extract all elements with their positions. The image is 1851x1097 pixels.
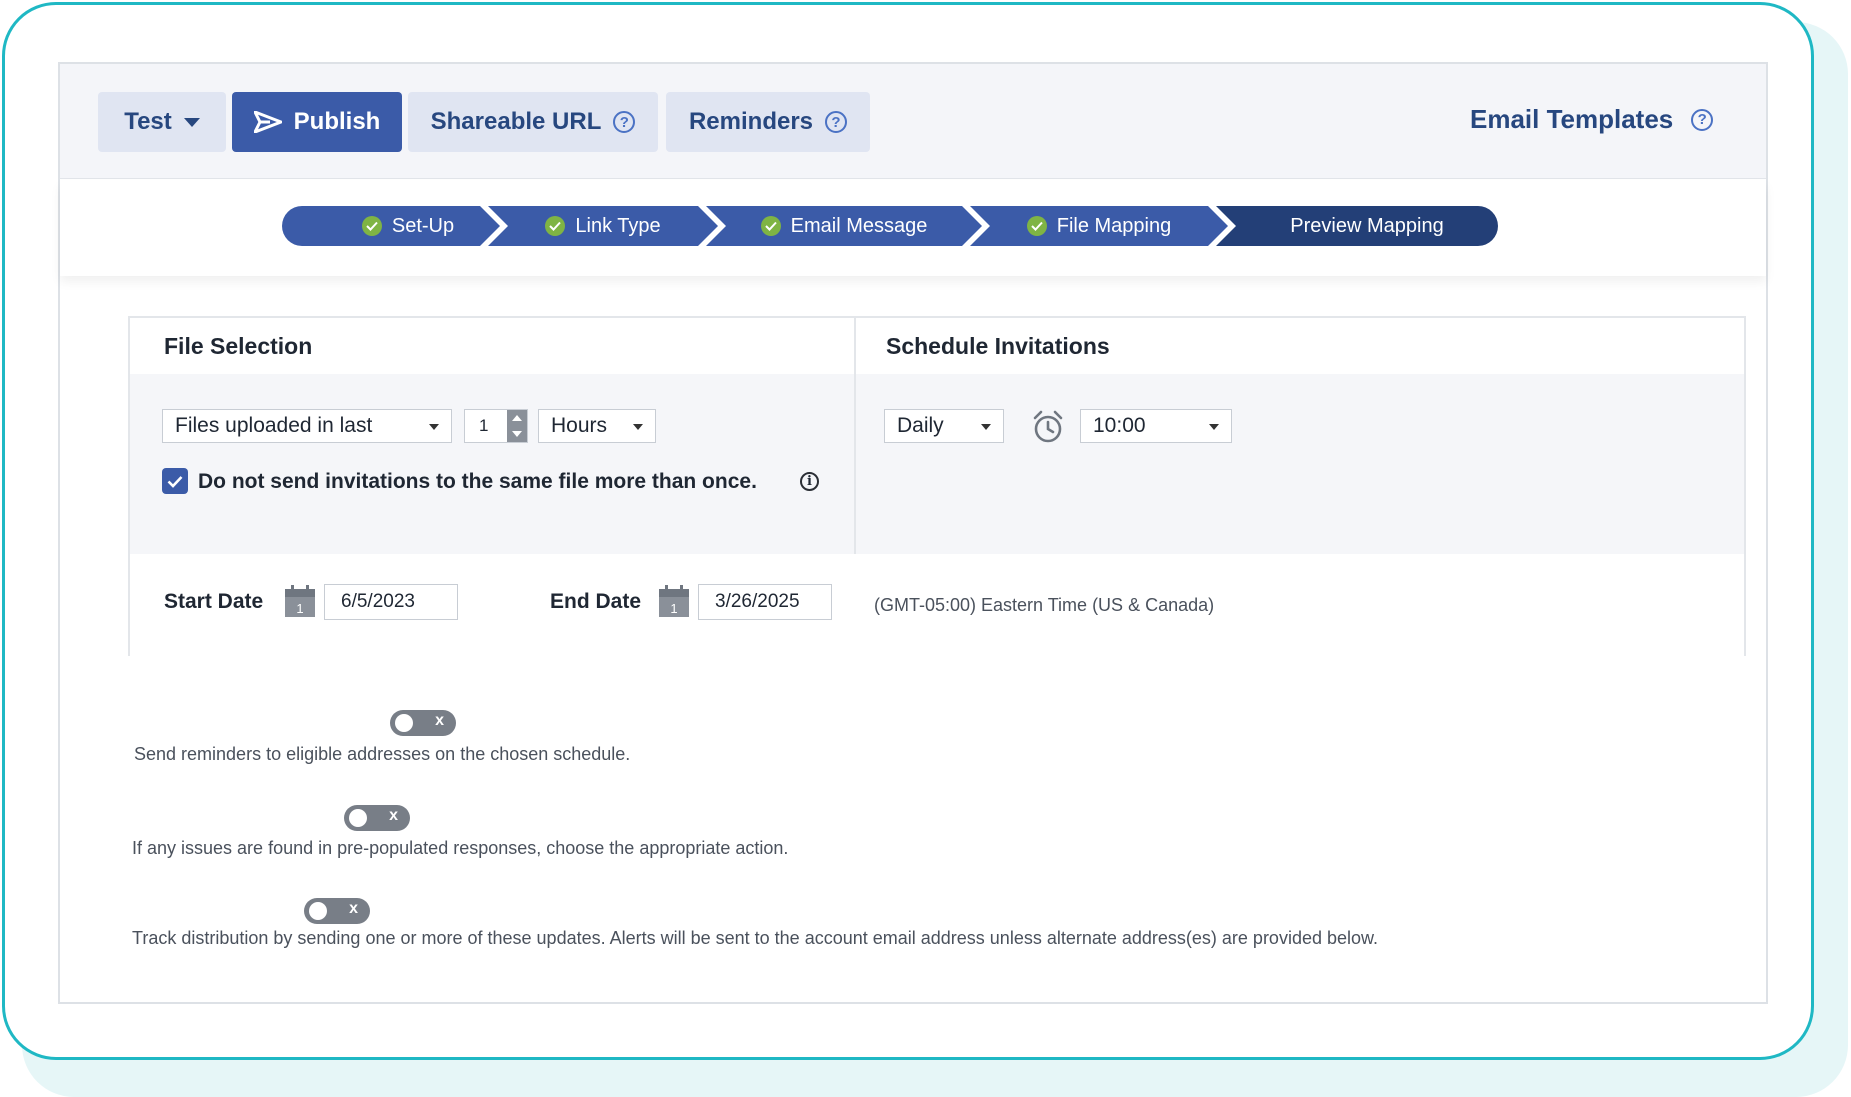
issues-toggle[interactable]: x xyxy=(344,805,410,831)
schedule-body: Daily 10:00 xyxy=(856,374,1744,554)
test-button[interactable]: Test xyxy=(98,92,226,152)
wizard-stepper: Set-Up Link Type Email Message File Mapp… xyxy=(60,180,1766,276)
toolbar: Test Publish Shareable URL ? Reminders ?… xyxy=(60,64,1766,179)
close-icon: x xyxy=(435,712,444,729)
end-date-label: End Date xyxy=(550,590,642,613)
toggle-knob xyxy=(309,902,327,920)
close-icon: x xyxy=(349,900,358,917)
step-label: Email Message xyxy=(790,214,928,237)
step-label: Preview Mapping xyxy=(1290,214,1444,237)
count-stepper[interactable]: 1 xyxy=(464,409,528,443)
step-label: Link Type xyxy=(575,214,661,237)
step-file-mapping[interactable]: File Mapping xyxy=(990,206,1208,246)
close-icon: x xyxy=(389,807,398,824)
caret-down-icon xyxy=(429,424,439,430)
timezone-label: (GMT-05:00) Eastern Time (US & Canada) xyxy=(874,595,1215,615)
help-icon[interactable]: ? xyxy=(613,111,636,133)
check-icon xyxy=(760,216,781,236)
frequency-select[interactable]: Daily xyxy=(884,409,1004,443)
step-setup[interactable]: Set-Up xyxy=(328,206,488,246)
time-unit-select[interactable]: Hours xyxy=(538,409,656,443)
date-range-row: Start Date 1 6/5/2023 End Date 1 3/26/20 xyxy=(130,554,1744,656)
decrement-icon[interactable] xyxy=(512,431,522,437)
caret-down-icon xyxy=(1209,424,1219,430)
tracking-toggle[interactable]: x xyxy=(304,898,370,924)
caret-down-icon xyxy=(633,424,643,430)
no-duplicate-checkbox[interactable] xyxy=(162,468,188,494)
time-unit-value: Hours xyxy=(551,414,608,437)
spinner-arrows[interactable] xyxy=(507,410,527,442)
caret-down-icon xyxy=(981,424,991,430)
file-filter-select[interactable]: Files uploaded in last xyxy=(162,409,452,443)
count-value: 1 xyxy=(479,416,489,435)
check-icon xyxy=(361,216,382,236)
help-icon[interactable]: ? xyxy=(825,111,848,133)
shareable-url-label: Shareable URL xyxy=(430,108,602,135)
start-date-input[interactable]: 6/5/2023 xyxy=(324,584,458,620)
frequency-value: Daily xyxy=(897,414,944,437)
send-icon xyxy=(253,111,282,133)
schedule-title: Schedule Invitations xyxy=(856,318,1744,374)
step-label: Set-Up xyxy=(391,214,455,237)
file-selection-body: Files uploaded in last 1 Hours Do not se… xyxy=(130,374,854,554)
calendar-day: 1 xyxy=(670,601,677,616)
reminders-button[interactable]: Reminders ? xyxy=(666,92,870,152)
calendar-day: 1 xyxy=(296,601,303,616)
publish-button[interactable]: Publish xyxy=(232,92,402,152)
publish-button-label: Publish xyxy=(293,108,381,135)
time-value: 10:00 xyxy=(1093,414,1146,437)
start-date-label: Start Date xyxy=(164,590,264,613)
step-preview-mapping[interactable]: Preview Mapping xyxy=(1236,206,1498,246)
no-duplicate-label: Do not send invitations to the same file… xyxy=(198,470,757,493)
end-date-input[interactable]: 3/26/2025 xyxy=(698,584,832,620)
check-icon xyxy=(1026,216,1047,236)
calendar-icon[interactable]: 1 xyxy=(284,584,316,618)
file-selection-panel: File Selection Files uploaded in last 1 … xyxy=(130,318,856,554)
end-date-value: 3/26/2025 xyxy=(715,591,800,612)
toggle-knob xyxy=(349,809,367,827)
email-templates-link[interactable]: Email Templates ? xyxy=(1470,104,1714,135)
email-templates-label: Email Templates xyxy=(1470,104,1674,134)
shareable-url-button[interactable]: Shareable URL ? xyxy=(408,92,658,152)
file-filter-value: Files uploaded in last xyxy=(175,414,373,437)
caret-down-icon xyxy=(183,117,200,127)
check-icon xyxy=(545,216,566,236)
clock-icon xyxy=(1033,410,1063,443)
step-link-type[interactable]: Link Type xyxy=(508,206,698,246)
info-icon[interactable]: i xyxy=(800,472,819,491)
tracking-option-text: Track distribution by sending one or mor… xyxy=(132,928,1379,948)
issues-option-text: If any issues are found in pre-populated… xyxy=(132,838,789,858)
main-card: Test Publish Shareable URL ? Reminders ?… xyxy=(58,62,1768,1004)
check-icon xyxy=(167,475,183,488)
distribution-settings: File Selection Files uploaded in last 1 … xyxy=(128,316,1746,656)
file-selection-title: File Selection xyxy=(130,318,854,374)
start-date-value: 6/5/2023 xyxy=(341,591,415,612)
help-icon[interactable]: ? xyxy=(1691,108,1714,131)
test-button-label: Test xyxy=(124,108,172,135)
reminders-toggle[interactable]: x xyxy=(390,710,456,736)
calendar-icon[interactable]: 1 xyxy=(658,584,690,618)
step-label: File Mapping xyxy=(1056,214,1172,237)
reminders-label: Reminders xyxy=(688,108,814,135)
reminders-option-text: Send reminders to eligible addresses on … xyxy=(134,744,631,764)
time-select[interactable]: 10:00 xyxy=(1080,409,1232,443)
increment-icon[interactable] xyxy=(512,415,522,421)
toggle-knob xyxy=(395,714,413,732)
step-email-message[interactable]: Email Message xyxy=(726,206,962,246)
schedule-panel: Schedule Invitations Daily 10:00 xyxy=(856,318,1744,554)
